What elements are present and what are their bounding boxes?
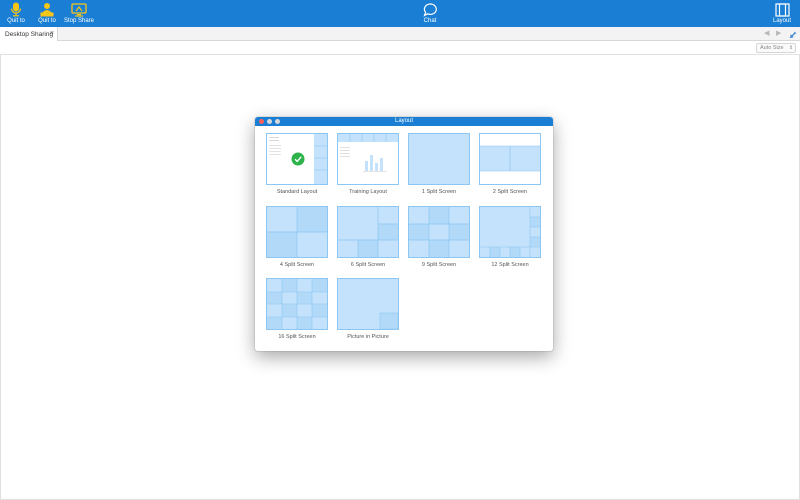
microphone-icon	[10, 1, 22, 18]
16-split-thumbnail	[266, 278, 328, 330]
layout-label: Layout	[772, 18, 791, 24]
layout-dialog: Layout Standard Layout Training Layout 1…	[255, 117, 553, 351]
share-screen-icon	[71, 1, 87, 18]
view-options-bar: Auto Size ⇕	[0, 41, 800, 55]
zoom-select-value: Auto Size	[760, 45, 784, 51]
stop-share-label: Stop Share	[63, 18, 95, 24]
presenter-icon	[39, 1, 55, 18]
dialog-title: Layout	[394, 118, 413, 124]
quit-audio-label: Quit to	[7, 18, 25, 24]
layout-option-label: Standard Layout	[276, 189, 318, 195]
quit-video-label: Quit to	[38, 18, 56, 24]
layout-option-label: 12 Split Screen	[491, 262, 529, 268]
layout-option-label: 2 Split Screen	[492, 189, 528, 195]
tab-strip: Desktop Sharing × ◀ ▶	[0, 27, 800, 41]
quit-audio-button[interactable]: Quit to	[4, 0, 28, 27]
12-split-thumbnail	[479, 206, 541, 258]
tab-label: Desktop Sharing	[5, 30, 54, 38]
layout-option-label: 4 Split Screen	[279, 262, 315, 268]
tab-close-icon[interactable]: ×	[50, 29, 54, 38]
chat-bubble-icon	[422, 1, 438, 18]
layout-icon	[774, 1, 790, 18]
quit-video-button[interactable]: Quit to	[35, 0, 59, 27]
scroll-right-icon[interactable]: ▶	[776, 29, 781, 39]
layout-option-label: Picture in Picture	[347, 334, 389, 340]
4-split-thumbnail	[266, 206, 328, 258]
dialog-title-bar: Layout	[255, 117, 553, 126]
training-layout-thumbnail	[337, 133, 399, 185]
6-split-thumbnail	[337, 206, 399, 258]
2-split-thumbnail	[479, 133, 541, 185]
chat-button[interactable]: Chat	[418, 0, 442, 27]
layout-option-label: 6 Split Screen	[350, 262, 386, 268]
standard-layout-thumbnail	[266, 133, 328, 185]
layout-option-label: 1 Split Screen	[421, 189, 457, 195]
1-split-thumbnail	[408, 133, 470, 185]
picture-in-picture-thumbnail	[337, 278, 399, 330]
layout-option-label: 16 Split Screen	[278, 334, 316, 340]
layout-option-label: 9 Split Screen	[421, 262, 457, 268]
stop-share-button[interactable]: Stop Share	[64, 0, 94, 27]
chevron-updown-icon: ⇕	[788, 45, 793, 51]
tab-desktop-sharing[interactable]: Desktop Sharing ×	[0, 27, 58, 41]
pin-icon[interactable]	[788, 28, 798, 40]
layout-button[interactable]: Layout	[770, 0, 794, 27]
layout-option-label: Training Layout	[349, 189, 387, 195]
top-toolbar: Quit to Quit to Stop Share Chat Layout	[0, 0, 800, 27]
chat-label: Chat	[423, 18, 437, 24]
zoom-select[interactable]: Auto Size ⇕	[756, 43, 796, 53]
9-split-thumbnail	[408, 206, 470, 258]
scroll-left-icon[interactable]: ◀	[764, 29, 769, 39]
